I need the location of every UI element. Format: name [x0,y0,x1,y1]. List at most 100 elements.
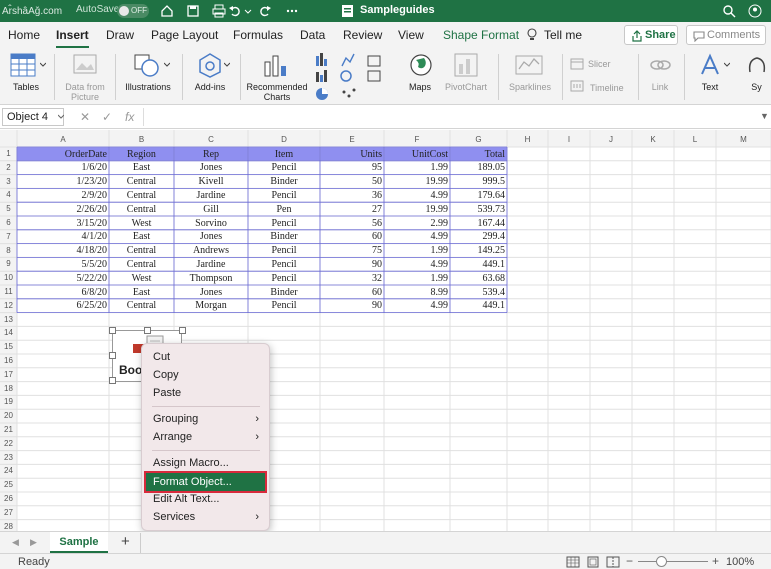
row-header[interactable]: 26 [0,494,17,503]
table-cell[interactable]: Pencil [248,272,320,285]
undo-icon[interactable] [228,4,242,18]
row-header[interactable]: 20 [0,411,17,420]
zoom-out-icon[interactable]: − [626,554,633,568]
resize-handle[interactable] [109,352,116,359]
table-cell[interactable]: 1/23/20 [17,175,109,188]
table-cell[interactable]: Pencil [248,161,320,174]
table-cell[interactable]: 19.99 [384,175,450,188]
search-icon[interactable] [722,4,736,18]
illustrations-button[interactable]: Illustrations [120,48,176,105]
table-cell[interactable]: 189.05 [450,161,507,174]
enter-icon[interactable]: ✓ [102,110,112,124]
table-cell[interactable]: 1.99 [384,161,450,174]
table-cell[interactable]: 90 [320,258,384,271]
maps-button[interactable]: Maps [400,48,440,105]
cancel-icon[interactable]: ✕ [80,110,90,124]
save-icon[interactable] [186,4,200,18]
zoom-slider-track[interactable] [638,561,708,562]
table-cell[interactable]: 179.64 [450,189,507,202]
row-header[interactable]: 5 [0,204,17,213]
column-header[interactable]: F [384,133,450,147]
redo-icon[interactable] [258,4,272,18]
table-cell[interactable]: Pencil [248,189,320,202]
table-cell[interactable]: 5/5/20 [17,258,109,271]
table-header-cell[interactable]: Rep [174,148,248,161]
table-cell[interactable]: 6/25/20 [17,299,109,312]
account-icon[interactable] [746,4,764,18]
table-cell[interactable]: 90 [320,299,384,312]
page-break-view-icon[interactable] [606,556,620,568]
table-cell[interactable]: Pencil [248,217,320,230]
table-cell[interactable]: Binder [248,175,320,188]
table-cell[interactable]: 56 [320,217,384,230]
row-header[interactable]: 13 [0,315,17,324]
table-cell[interactable]: 539.73 [450,203,507,216]
chart-types-group[interactable] [312,48,398,105]
undo-dropdown-icon[interactable] [244,4,252,18]
row-header[interactable]: 16 [0,356,17,365]
table-cell[interactable]: 60 [320,286,384,299]
resize-handle[interactable] [179,327,186,334]
menu-item-arrange[interactable]: Arrange › [142,428,269,446]
column-header[interactable]: J [590,133,632,147]
table-cell[interactable]: Sorvino [174,217,248,230]
more-icon[interactable] [285,4,299,18]
tab-view[interactable]: View [398,28,424,42]
row-header[interactable]: 1 [0,149,17,158]
row-header[interactable]: 21 [0,425,17,434]
tab-review[interactable]: Review [343,28,382,42]
table-cell[interactable]: 32 [320,272,384,285]
row-header[interactable]: 23 [0,453,17,462]
table-cell[interactable]: Jones [174,286,248,299]
table-header-cell[interactable]: Total [450,148,507,161]
table-cell[interactable]: 8.99 [384,286,450,299]
row-header[interactable]: 7 [0,232,17,241]
autosave-toggle[interactable]: OFF [117,4,149,18]
table-cell[interactable]: Central [109,203,174,216]
table-cell[interactable]: 999.5 [450,175,507,188]
table-cell[interactable]: 149.25 [450,244,507,257]
row-header[interactable]: 25 [0,480,17,489]
column-header[interactable]: E [320,133,384,147]
table-cell[interactable]: 449.1 [450,258,507,271]
table-cell[interactable]: 63.68 [450,272,507,285]
tab-draw[interactable]: Draw [106,28,134,42]
scroll-right-icon[interactable]: ▶ [30,537,37,548]
table-cell[interactable]: Andrews [174,244,248,257]
symbols-button[interactable]: Sy [742,48,771,105]
menu-item-cut[interactable]: Cut [142,348,269,366]
table-cell[interactable]: Jones [174,161,248,174]
table-cell[interactable]: 2.99 [384,217,450,230]
table-cell[interactable]: 4.99 [384,189,450,202]
table-header-cell[interactable]: UnitCost [384,148,450,161]
tell-me[interactable]: Tell me [544,28,582,42]
table-cell[interactable]: East [109,230,174,243]
table-cell[interactable]: 167.44 [450,217,507,230]
menu-item-services[interactable]: Services › [142,508,269,526]
table-cell[interactable]: 4/18/20 [17,244,109,257]
table-cell[interactable]: Pencil [248,299,320,312]
table-cell[interactable]: 1.99 [384,272,450,285]
print-icon[interactable] [212,4,226,18]
row-header[interactable]: 19 [0,397,17,406]
column-header[interactable]: H [507,133,548,147]
row-header[interactable]: 24 [0,466,17,475]
table-cell[interactable]: 4.99 [384,299,450,312]
zoom-slider-thumb[interactable] [656,556,667,567]
tables-button[interactable]: Tables [4,48,48,105]
formula-input[interactable] [146,108,754,126]
row-header[interactable]: 10 [0,273,17,282]
row-header[interactable]: 28 [0,522,17,531]
table-cell[interactable]: Central [109,244,174,257]
row-header[interactable]: 11 [0,287,17,296]
resize-handle[interactable] [109,327,116,334]
page-layout-view-icon[interactable] [586,556,600,568]
name-box[interactable]: Object 4 [2,108,64,126]
table-cell[interactable]: Jardine [174,258,248,271]
table-cell[interactable]: Binder [248,230,320,243]
column-header[interactable]: M [716,133,771,147]
column-header[interactable]: G [450,133,507,147]
insert-function-icon[interactable]: fx [125,110,134,124]
table-cell[interactable]: 449.1 [450,299,507,312]
row-header[interactable]: 2 [0,163,17,172]
